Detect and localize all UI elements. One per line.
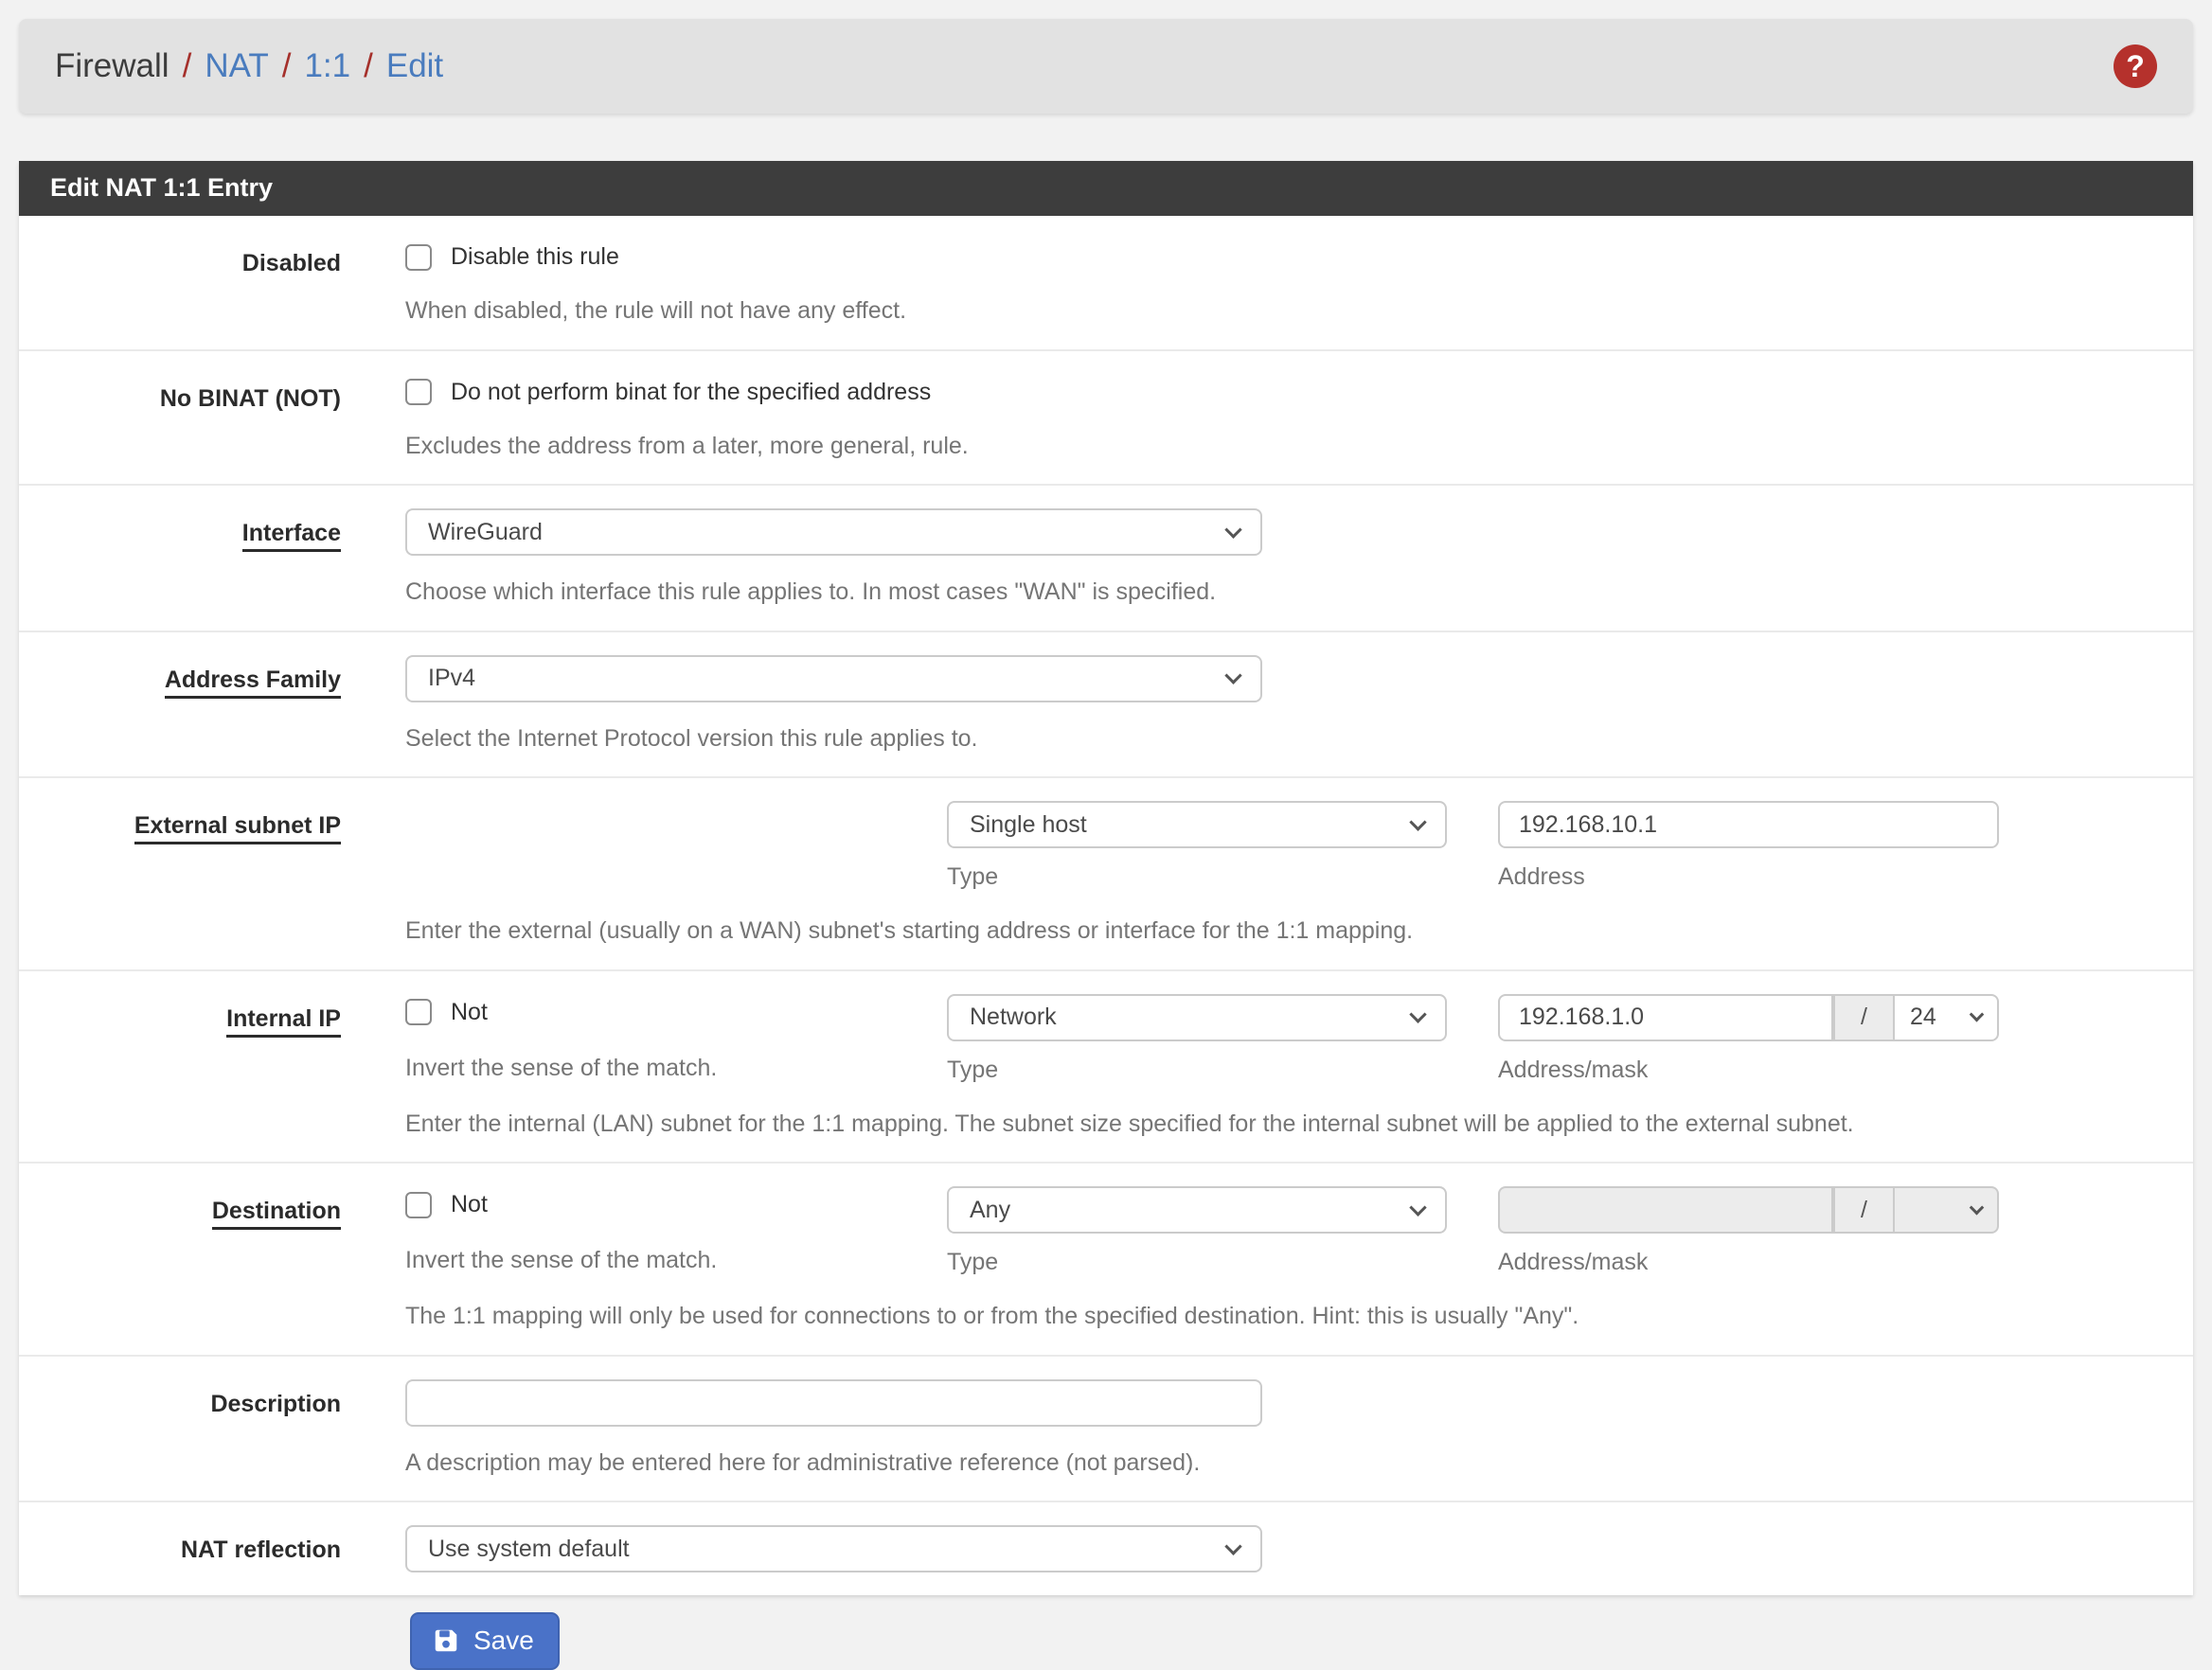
help-text-disabled: When disabled, the rule will not have an… [405, 295, 2165, 327]
chevron-down-icon [1224, 1537, 1241, 1555]
nobinat-checkbox[interactable] [405, 379, 432, 405]
breadcrumb-item-edit[interactable]: Edit [386, 47, 443, 85]
form-row-address-family: Address Family IPv4 Select the Internet … [19, 632, 2193, 779]
disable-rule-checkbox[interactable] [405, 244, 432, 271]
destination-type-select[interactable]: Any [947, 1186, 1447, 1234]
form-row-interface: Interface WireGuard Choose which interfa… [19, 486, 2193, 632]
destination-not-help: Invert the sense of the match. [405, 1247, 947, 1274]
field-label-address-family: Address Family [19, 655, 341, 755]
description-input[interactable] [405, 1379, 1262, 1427]
internal-address-caption: Address/mask [1498, 1057, 1999, 1084]
destination-not-checkbox[interactable] [405, 1192, 432, 1218]
nat-reflection-select[interactable]: Use system default [405, 1525, 1262, 1572]
internal-type-select[interactable]: Network [947, 994, 1447, 1041]
nat-reflection-select-value: Use system default [428, 1536, 630, 1563]
field-label-disabled: Disabled [19, 239, 341, 327]
internal-type-select-value: Network [970, 1004, 1057, 1031]
field-label-internal-ip: Internal IP [19, 994, 341, 1140]
form-row-nat-reflection: NAT reflection Use system default [19, 1502, 2193, 1595]
interface-select[interactable]: WireGuard [405, 508, 1262, 556]
external-address-caption: Address [1498, 863, 1999, 891]
breadcrumb-separator: / [183, 47, 192, 85]
chevron-down-icon [1409, 813, 1426, 830]
disable-rule-checkbox-label[interactable]: Disable this rule [451, 243, 619, 271]
help-text-internal-ip: Enter the internal (LAN) subnet for the … [405, 1109, 2165, 1140]
help-text-interface: Choose which interface this rule applies… [405, 577, 2165, 608]
save-button[interactable]: Save [410, 1612, 560, 1670]
chevron-down-icon [1970, 1199, 1985, 1215]
breadcrumb-item-1-1[interactable]: 1:1 [304, 47, 350, 85]
internal-address-input[interactable] [1498, 994, 1833, 1041]
floppy-disk-icon [432, 1626, 460, 1655]
help-text-address-family: Select the Internet Protocol version thi… [405, 723, 2165, 755]
field-label-destination: Destination [19, 1186, 341, 1332]
form-row-description: Description A description may be entered… [19, 1357, 2193, 1503]
save-button-label: Save [473, 1626, 534, 1656]
form-row-internal-ip: Internal IP Not Invert the sense of the … [19, 971, 2193, 1164]
address-family-select[interactable]: IPv4 [405, 655, 1262, 702]
breadcrumb: Firewall / NAT / 1:1 / Edit ? [19, 19, 2193, 114]
interface-select-value: WireGuard [428, 519, 543, 546]
destination-address-input [1498, 1186, 1833, 1234]
help-icon[interactable]: ? [2114, 44, 2157, 88]
help-text-external-subnet: Enter the external (usually on a WAN) su… [405, 915, 2165, 947]
chevron-down-icon [1224, 521, 1241, 538]
field-label-description: Description [19, 1379, 341, 1479]
panel-title: Edit NAT 1:1 Entry [19, 161, 2193, 216]
form-row-disabled: Disabled Disable this rule When disabled… [19, 216, 2193, 351]
destination-type-select-value: Any [970, 1197, 1010, 1224]
internal-not-checkbox[interactable] [405, 999, 432, 1025]
nobinat-checkbox-label[interactable]: Do not perform binat for the specified a… [451, 379, 931, 406]
address-mask-separator: / [1833, 994, 1893, 1041]
address-family-select-value: IPv4 [428, 665, 475, 692]
internal-mask-select-value: 24 [1910, 1004, 1936, 1031]
edit-nat-panel: Edit NAT 1:1 Entry Disabled Disable this… [19, 161, 2193, 1595]
chevron-down-icon [1224, 666, 1241, 684]
help-text-nobinat: Excludes the address from a later, more … [405, 431, 2165, 462]
field-label-interface: Interface [19, 508, 341, 608]
chevron-down-icon [1409, 1199, 1426, 1216]
help-text-destination: The 1:1 mapping will only be used for co… [405, 1301, 2165, 1332]
field-label-external-subnet: External subnet IP [19, 801, 341, 947]
field-label-nat-reflection: NAT reflection [19, 1525, 341, 1572]
internal-mask-select[interactable]: 24 [1893, 994, 1999, 1041]
breadcrumb-separator: / [364, 47, 373, 85]
destination-type-caption: Type [947, 1249, 1447, 1276]
destination-address-caption: Address/mask [1498, 1249, 1999, 1276]
chevron-down-icon [1409, 1005, 1426, 1022]
external-type-caption: Type [947, 863, 1447, 891]
destination-not-checkbox-label[interactable]: Not [451, 1191, 488, 1218]
address-mask-separator: / [1833, 1186, 1893, 1234]
internal-type-caption: Type [947, 1057, 1447, 1084]
form-row-destination: Destination Not Invert the sense of the … [19, 1164, 2193, 1357]
form-row-external-subnet: External subnet IP Single host Type Addr… [19, 778, 2193, 971]
destination-mask-select [1893, 1186, 1999, 1234]
chevron-down-icon [1970, 1007, 1985, 1022]
external-address-input[interactable] [1498, 801, 1999, 848]
internal-not-help: Invert the sense of the match. [405, 1055, 947, 1082]
field-label-nobinat: No BINAT (NOT) [19, 374, 341, 462]
form-row-nobinat: No BINAT (NOT) Do not perform binat for … [19, 351, 2193, 487]
breadcrumb-separator: / [282, 47, 292, 85]
breadcrumb-item-nat[interactable]: NAT [205, 47, 268, 85]
internal-not-checkbox-label[interactable]: Not [451, 999, 488, 1026]
help-text-description: A description may be entered here for ad… [405, 1448, 2165, 1479]
external-type-select[interactable]: Single host [947, 801, 1447, 848]
breadcrumb-item-firewall: Firewall [55, 47, 169, 85]
external-type-select-value: Single host [970, 811, 1087, 839]
